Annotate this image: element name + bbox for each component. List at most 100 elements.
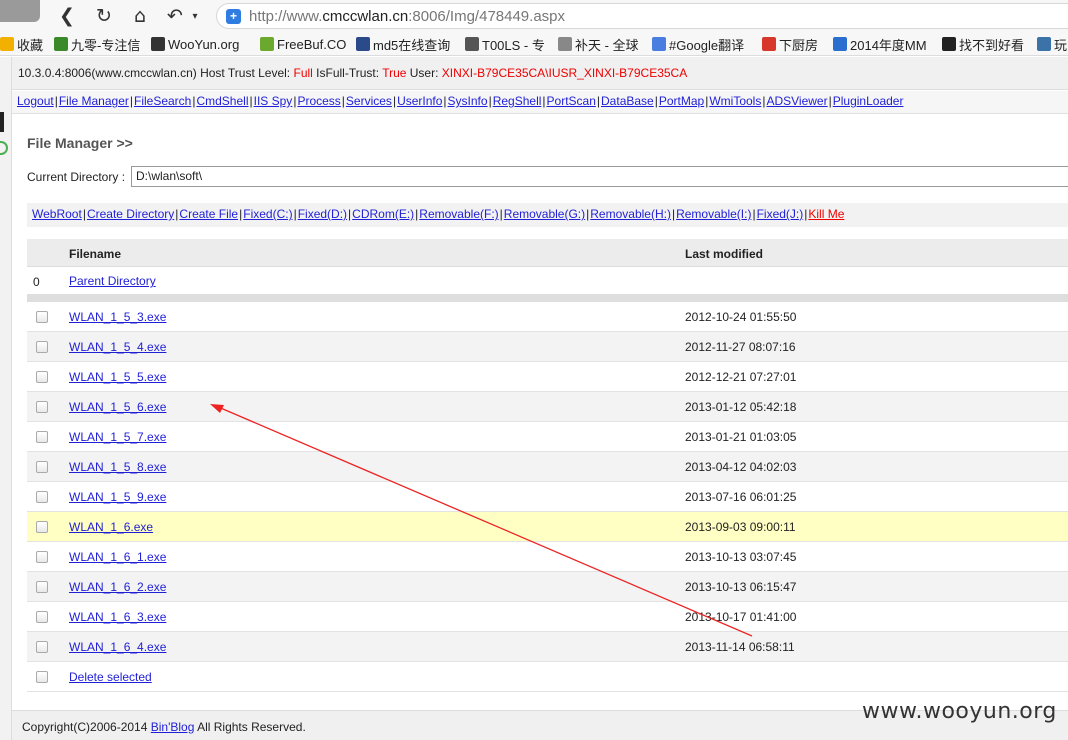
row-checkbox[interactable] (36, 521, 48, 533)
nav-database[interactable]: DataBase (601, 94, 654, 108)
parent-directory-link[interactable]: Parent Directory (69, 274, 156, 288)
row-checkbox[interactable] (36, 431, 48, 443)
table-divider (27, 294, 1068, 302)
bookmark-5[interactable]: T00LS - 专 (465, 35, 545, 53)
undo-dropdown-icon[interactable]: ▾ (184, 5, 206, 27)
file-link[interactable]: WLAN_1_5_7.exe (69, 430, 166, 444)
nav-process[interactable]: Process (297, 94, 340, 108)
address-bar[interactable]: + http://www.cmccwlan.cn:8006/Img/478449… (216, 3, 1068, 29)
row-checkbox[interactable] (36, 341, 48, 353)
drive-removable-i[interactable]: Removable(I:) (676, 207, 751, 221)
sidebar-refresh-icon[interactable] (0, 141, 8, 155)
drive-webroot[interactable]: WebRoot (32, 207, 82, 221)
nav-sysinfo[interactable]: SysInfo (448, 94, 488, 108)
nav-portmap[interactable]: PortMap (659, 94, 704, 108)
nav-file-manager[interactable]: File Manager (59, 94, 129, 108)
file-link[interactable]: WLAN_1_5_5.exe (69, 370, 166, 384)
nav-pluginloader[interactable]: PluginLoader (833, 94, 904, 108)
row-checkbox[interactable] (36, 491, 48, 503)
bookmark-7[interactable]: #Google翻译 (652, 35, 744, 53)
drive-removable-h[interactable]: Removable(H:) (590, 207, 671, 221)
nav-portscan[interactable]: PortScan (547, 94, 596, 108)
table-row: WLAN_1_6.exe 2013-09-03 09:00:11 (27, 512, 1068, 542)
kill-me-link[interactable]: Kill Me (808, 207, 844, 221)
file-link[interactable]: WLAN_1_5_6.exe (69, 400, 166, 414)
bookmark-6[interactable]: 补天 - 全球 (558, 35, 639, 53)
bookmark-10[interactable]: 找不到好看 (942, 35, 1024, 53)
bookmark-9[interactable]: 2014年度MM (833, 35, 927, 53)
file-modified: 2012-12-21 07:27:01 (685, 370, 797, 384)
home-icon[interactable]: ⌂ (129, 5, 151, 27)
file-modified: 2013-10-17 01:41:00 (685, 610, 797, 624)
drive-removable-f[interactable]: Removable(F:) (419, 207, 498, 221)
back-icon[interactable]: ❮ (56, 5, 78, 27)
drive-create-file[interactable]: Create File (179, 207, 238, 221)
row-checkbox[interactable] (36, 611, 48, 623)
user-value: XINXI-B79CE35CA\IUSR_XINXI-B79CE35CA (441, 66, 688, 80)
secure-shield-icon: + (226, 8, 241, 24)
file-link[interactable]: WLAN_1_6.exe (69, 520, 153, 534)
file-modified: 2013-01-21 01:03:05 (685, 430, 797, 444)
bookmark-4[interactable]: md5在线查询 (356, 35, 450, 53)
bookmark-label: 玩 (1054, 37, 1068, 53)
drive-create-directory[interactable]: Create Directory (87, 207, 174, 221)
address-url[interactable]: http://www.cmccwlan.cn:8006/Img/478449.a… (249, 8, 565, 25)
nav-iis-spy[interactable]: IIS Spy (254, 94, 293, 108)
current-directory-input[interactable]: D:\wlan\soft\ (131, 166, 1068, 187)
drive-fixed-j[interactable]: Fixed(J:) (757, 207, 804, 221)
bookmark-3[interactable]: FreeBuf.CO (260, 35, 346, 53)
select-all-checkbox[interactable] (36, 671, 48, 683)
bookmark-8[interactable]: 下厨房 (762, 35, 818, 53)
translate-icon (652, 37, 666, 51)
nav-adsviewer[interactable]: ADSViewer (766, 94, 827, 108)
bookmark-label: 找不到好看 (959, 37, 1025, 53)
table-row: WLAN_1_6_4.exe 2013-11-14 06:58:11 (27, 632, 1068, 662)
drive-removable-g[interactable]: Removable(G:) (504, 207, 585, 221)
file-modified: 2013-04-12 04:02:03 (685, 460, 797, 474)
nav-userinfo[interactable]: UserInfo (397, 94, 442, 108)
file-link[interactable]: WLAN_1_5_4.exe (69, 340, 166, 354)
nav-services[interactable]: Services (346, 94, 392, 108)
file-link[interactable]: WLAN_1_5_3.exe (69, 310, 166, 324)
delete-selected-link[interactable]: Delete selected (69, 670, 152, 684)
parent-directory-row: 0 Parent Directory (27, 267, 1068, 294)
row-checkbox[interactable] (36, 551, 48, 563)
file-list: WLAN_1_5_3.exe 2012-10-24 01:55:50 WLAN_1_… (27, 302, 1068, 692)
row-checkbox[interactable] (36, 371, 48, 383)
bookmark-1[interactable]: 九零-专注信 (54, 35, 140, 53)
bookmark-label: T00LS - 专 (482, 37, 545, 53)
isfull-trust-label: IsFull-Trust: (316, 66, 380, 80)
nav-logout[interactable]: Logout (17, 94, 54, 108)
row-checkbox[interactable] (36, 401, 48, 413)
parent-row-number: 0 (33, 275, 40, 289)
drive-fixed-d[interactable]: Fixed(D:) (298, 207, 347, 221)
nav-wmitools[interactable]: WmiTools (709, 94, 761, 108)
drive-fixed-c[interactable]: Fixed(C:) (243, 207, 292, 221)
nav-filesearch[interactable]: FileSearch (134, 94, 191, 108)
file-link[interactable]: WLAN_1_6_3.exe (69, 610, 166, 624)
bookmark-2[interactable]: WooYun.org (151, 35, 239, 53)
nav-regshell[interactable]: RegShell (493, 94, 542, 108)
row-checkbox[interactable] (36, 581, 48, 593)
bookmark-11[interactable]: 玩 (1037, 35, 1067, 53)
nav-cmdshell[interactable]: CmdShell (196, 94, 248, 108)
apple-tab[interactable] (0, 0, 40, 22)
file-link[interactable]: WLAN_1_5_8.exe (69, 460, 166, 474)
row-checkbox[interactable] (36, 641, 48, 653)
table-row: WLAN_1_5_3.exe 2012-10-24 01:55:50 (27, 302, 1068, 332)
reload-icon[interactable]: ↻ (93, 5, 115, 27)
file-link[interactable]: WLAN_1_6_1.exe (69, 550, 166, 564)
bookmark-label: md5在线查询 (373, 37, 451, 53)
drive-cdrom-e[interactable]: CDRom(E:) (352, 207, 414, 221)
file-link[interactable]: WLAN_1_5_9.exe (69, 490, 166, 504)
file-modified: 2013-10-13 03:07:45 (685, 550, 797, 564)
bookmark-0[interactable]: 收藏 (0, 35, 43, 53)
footer-blog-link[interactable]: Bin'Blog (151, 720, 195, 734)
file-link[interactable]: WLAN_1_6_4.exe (69, 640, 166, 654)
freebuf-icon (260, 37, 274, 51)
file-link[interactable]: WLAN_1_6_2.exe (69, 580, 166, 594)
row-checkbox[interactable] (36, 461, 48, 473)
undo-icon[interactable]: ↶ (164, 5, 186, 27)
row-checkbox[interactable] (36, 311, 48, 323)
bookmark-label: WooYun.org (168, 36, 240, 52)
